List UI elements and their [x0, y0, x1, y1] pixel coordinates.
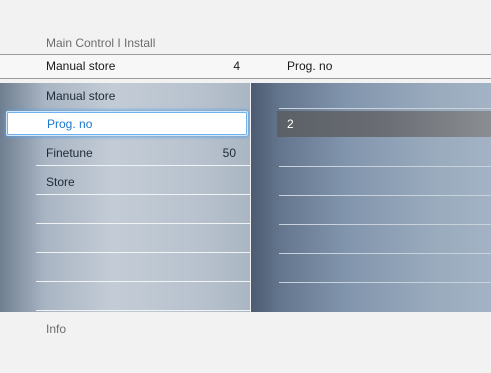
header-row: Manual store 4 Prog. no: [0, 54, 491, 79]
option-divider: [279, 195, 491, 196]
menu-item-label: Store: [46, 175, 75, 189]
option-selected-value[interactable]: 2: [277, 111, 491, 137]
menu-item-finetune[interactable]: Finetune 50: [36, 140, 250, 166]
settings-menu: Manual store Prog. no Finetune 50 Store: [0, 83, 250, 312]
breadcrumb: Main Control I Install: [46, 36, 156, 50]
menu-item-empty: [36, 285, 250, 311]
menu-item-prog-no[interactable]: Prog. no: [6, 111, 248, 136]
menu-item-empty: [36, 256, 250, 282]
info-label: Info: [46, 322, 67, 336]
option-divider: [279, 282, 491, 283]
menu-item-empty: [36, 227, 250, 253]
option-panel: 2: [251, 83, 491, 312]
menu-title: Manual store: [36, 83, 250, 109]
menu-item-label: Finetune: [46, 146, 93, 160]
option-value-text: 2: [287, 117, 294, 131]
option-divider: [279, 108, 491, 109]
menu-item-label: Prog. no: [47, 117, 93, 131]
header-option-label: Prog. no: [287, 59, 333, 73]
menu-item-empty: [36, 198, 250, 224]
menu-item-value: 50: [222, 146, 236, 160]
menu-item-store[interactable]: Store: [36, 169, 250, 195]
option-divider: [279, 224, 491, 225]
option-divider: [279, 166, 491, 167]
option-divider: [279, 253, 491, 254]
header-menu-label: Manual store: [46, 59, 116, 73]
menu-title-label: Manual store: [46, 89, 116, 103]
header-menu-value: 4: [233, 59, 240, 73]
